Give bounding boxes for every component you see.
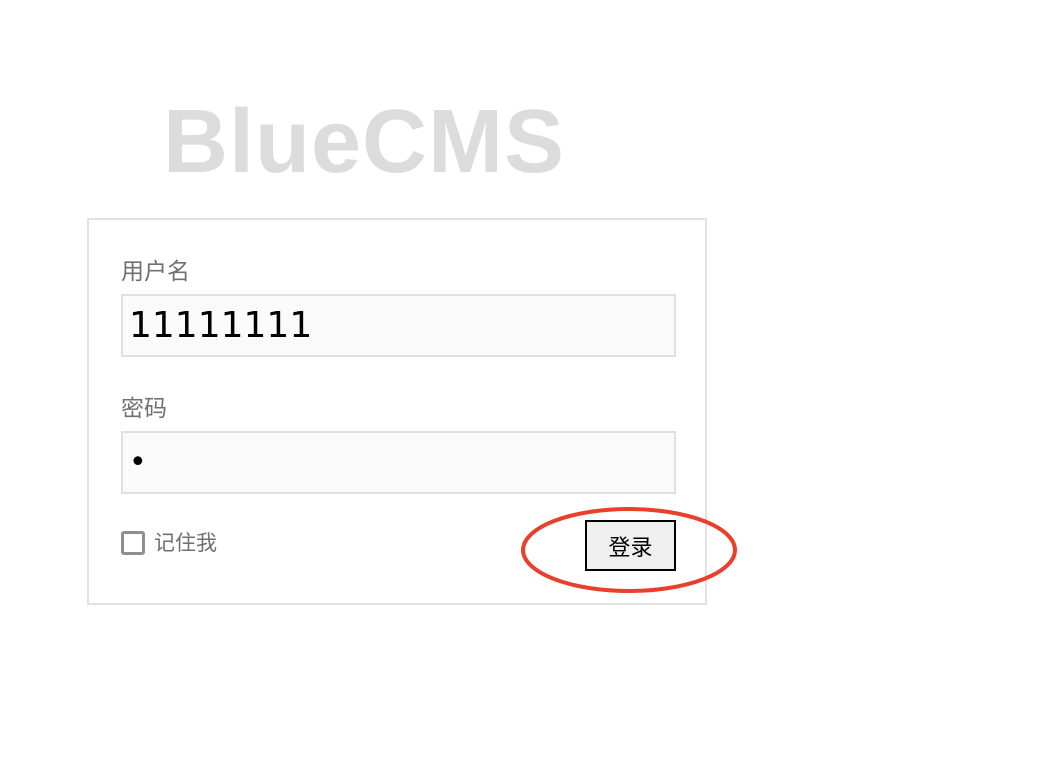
username-input[interactable] [121, 294, 676, 357]
login-form: 用户名 密码 记住我 登录 [87, 218, 707, 605]
password-input[interactable] [121, 431, 676, 494]
remember-me-label: 记住我 [154, 531, 217, 555]
bluecms-logo: BlueCMS [163, 92, 566, 192]
login-page: BlueCMS 用户名 密码 记住我 登录 [0, 0, 1040, 774]
remember-me[interactable]: 记住我 [121, 530, 217, 556]
password-label: 密码 [121, 396, 167, 422]
login-button[interactable]: 登录 [585, 520, 676, 571]
remember-me-checkbox[interactable] [121, 531, 145, 555]
username-label: 用户名 [121, 259, 190, 285]
